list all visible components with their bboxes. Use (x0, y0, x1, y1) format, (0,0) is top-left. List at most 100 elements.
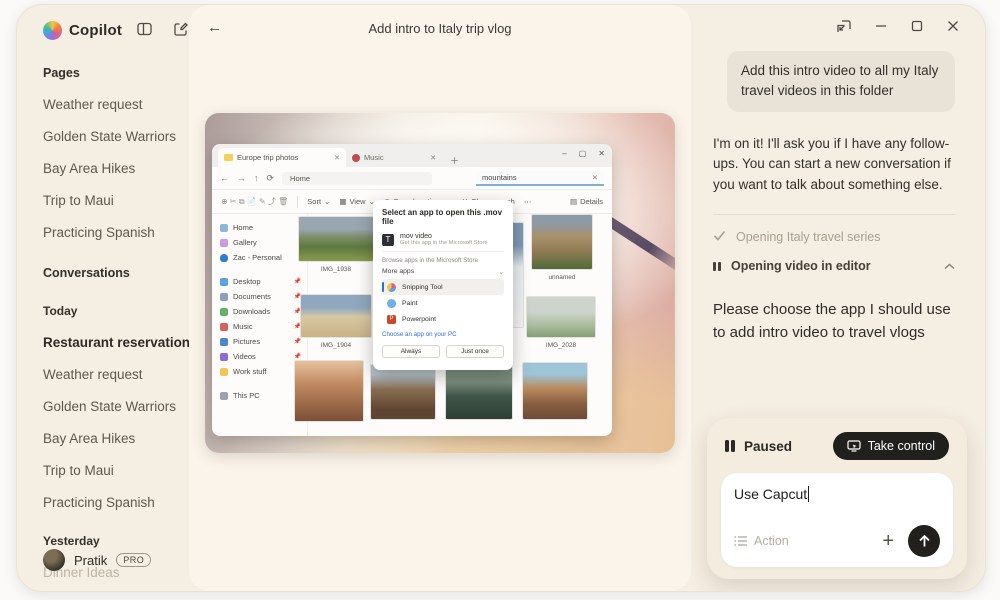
explorer-close-icon[interactable]: ✕ (598, 149, 605, 158)
send-button[interactable] (908, 525, 940, 557)
photo-thumbnail[interactable] (445, 364, 513, 420)
text-caret (808, 486, 809, 502)
tab-close-icon[interactable]: ✕ (430, 154, 436, 162)
explorer-search-input[interactable]: mountains ✕ (476, 171, 604, 186)
suggested-app-row[interactable]: T mov video Get this app in the Microsof… (382, 233, 504, 246)
photo-thumbnail[interactable] (300, 294, 372, 338)
main-panel: ← Add intro to Italy trip vlog Europe tr… (189, 5, 691, 591)
action-list-icon (734, 535, 748, 547)
photo-thumbnail[interactable] (370, 364, 436, 420)
sidebar: Copilot Pages Weather request Golden Sta… (17, 5, 189, 591)
always-button[interactable]: Always (382, 345, 440, 358)
just-once-button[interactable]: Just once (446, 345, 504, 358)
user-name: Pratik (74, 553, 107, 568)
chat-panel: Add this intro video to all my Italy tra… (691, 5, 985, 591)
user-profile[interactable]: Pratik PRO (43, 549, 151, 571)
sidebar-item-trip-to-maui-2[interactable]: Trip to Maui (43, 463, 189, 478)
explorer-item-home[interactable]: Home (220, 220, 307, 235)
check-icon (713, 228, 726, 246)
nav-back-icon[interactable]: ← (220, 173, 229, 183)
sidebar-item-weather-request[interactable]: Weather request (43, 97, 189, 112)
paused-input-card: Paused Take control Use Capcut Action + (707, 418, 967, 579)
page-title: Add intro to Italy trip vlog (189, 21, 691, 36)
explorer-tab-europe-trip-photos[interactable]: Europe trip photos ✕ (218, 148, 346, 167)
mov-video-app-icon: T (382, 234, 394, 246)
dialog-title: Select an app to open this .mov file (382, 208, 504, 226)
photo-thumbnail[interactable] (522, 362, 588, 420)
sort-button[interactable]: Sort ⌄ (307, 197, 330, 206)
explorer-item-downloads[interactable]: Downloads📌 (220, 304, 307, 319)
file-action-icons[interactable]: ⊕ ✂ ⧉ 📄 ✎ ⤴ 🗑 (221, 196, 288, 207)
sidebar-toggle-icon[interactable] (137, 22, 152, 36)
nav-refresh-icon[interactable]: ⟳ (267, 173, 275, 184)
details-button[interactable]: ▤ Details (570, 197, 603, 206)
sidebar-item-golden-state-warriors-2[interactable]: Golden State Warriors (43, 399, 189, 414)
photo-thumbnail[interactable] (298, 216, 374, 262)
photo-thumbnail[interactable] (526, 296, 596, 338)
attach-plus-button[interactable]: + (882, 531, 894, 551)
pages-header: Pages (43, 66, 189, 80)
paint-icon (387, 299, 396, 308)
avatar (43, 549, 65, 571)
pause-icon (725, 440, 735, 452)
explorer-nav-bar: ← → ↑ ⟳ Home mountains ✕ (212, 167, 612, 190)
chevron-up-icon[interactable] (944, 257, 955, 275)
explorer-tab-music[interactable]: Music ✕ (346, 148, 442, 167)
sidebar-item-restaurant-reservation[interactable]: Restaurant reservation (43, 335, 189, 350)
clear-search-icon[interactable]: ✕ (592, 173, 598, 182)
browse-store-link[interactable]: Browse apps in the Microsoft Store (382, 257, 504, 264)
explorer-maximize-icon[interactable]: ▢ (579, 149, 587, 158)
more-apps-toggle[interactable]: More apps ⌄ (382, 268, 504, 276)
yesterday-header: Yesterday (43, 534, 189, 548)
sidebar-item-practicing-spanish[interactable]: Practicing Spanish (43, 225, 189, 240)
message-input[interactable]: Use Capcut Action + (721, 473, 953, 567)
view-button[interactable]: ▦ View ⌄ (339, 197, 375, 206)
explorer-item-onedrive[interactable]: Zac - Personal (220, 250, 307, 265)
sidebar-item-weather-request-2[interactable]: Weather request (43, 367, 189, 382)
desktop-screenshot[interactable]: Europe trip photos ✕ Music ✕ ＋ – ▢ ✕ (205, 113, 675, 453)
assistant-message: I'm on it! I'll ask you if I have any fo… (713, 134, 955, 197)
new-chat-icon[interactable] (174, 22, 188, 36)
sidebar-item-golden-state-warriors[interactable]: Golden State Warriors (43, 129, 189, 144)
new-tab-icon[interactable]: ＋ (450, 154, 459, 167)
assistant-question: Please choose the app I should use to ad… (713, 299, 955, 344)
user-message-bubble: Add this intro video to all my Italy tra… (727, 51, 955, 112)
explorer-item-music[interactable]: Music📌 (220, 319, 307, 334)
conversations-header: Conversations (43, 266, 189, 280)
app-name: Copilot (69, 22, 122, 39)
nav-up-icon[interactable]: ↑ (254, 173, 259, 183)
explorer-minimize-icon[interactable]: – (562, 149, 566, 158)
sidebar-item-practicing-spanish-2[interactable]: Practicing Spanish (43, 495, 189, 510)
photo-thumbnail[interactable] (531, 214, 593, 270)
music-app-icon (352, 154, 360, 162)
pause-icon (713, 262, 721, 271)
explorer-item-gallery[interactable]: Gallery (220, 235, 307, 250)
take-control-button[interactable]: Take control (833, 432, 949, 460)
tab-close-icon[interactable]: ✕ (334, 154, 340, 162)
choose-app-on-pc-link[interactable]: Choose an app on your PC (382, 331, 504, 338)
explorer-item-desktop[interactable]: Desktop📌 (220, 274, 307, 289)
up-arrow-icon (918, 534, 931, 548)
explorer-item-documents[interactable]: Documents📌 (220, 289, 307, 304)
action-menu-button[interactable]: Action (734, 534, 789, 548)
nav-forward-icon[interactable]: → (237, 173, 246, 183)
sidebar-item-bay-area-hikes-2[interactable]: Bay Area Hikes (43, 431, 189, 446)
screen-cursor-icon (847, 440, 861, 452)
more-toolbar-icon[interactable]: ⋯ (524, 197, 532, 206)
step-opening-video-in-editor[interactable]: Opening video in editor (713, 257, 955, 275)
paused-label: Paused (744, 439, 792, 454)
open-with-dialog: Select an app to open this .mov file T m… (373, 200, 513, 370)
input-text: Use Capcut (734, 486, 807, 502)
chevron-down-icon: ⌄ (498, 268, 504, 276)
copilot-app-window: Copilot Pages Weather request Golden Sta… (16, 4, 986, 592)
sidebar-item-bay-area-hikes[interactable]: Bay Area Hikes (43, 161, 189, 176)
photo-thumbnail[interactable] (294, 360, 364, 422)
app-option-powerpoint[interactable]: P Powerpoint (382, 311, 504, 327)
app-option-snipping-tool[interactable]: Snipping Tool (382, 279, 504, 295)
sidebar-item-trip-to-maui[interactable]: Trip to Maui (43, 193, 189, 208)
address-bar[interactable]: Home (282, 172, 432, 185)
explorer-item-pictures[interactable]: Pictures📌 (220, 334, 307, 349)
app-option-paint[interactable]: Paint (382, 295, 504, 311)
pro-badge: PRO (116, 553, 151, 567)
task-steps: Opening Italy travel series Opening vide… (713, 214, 955, 275)
